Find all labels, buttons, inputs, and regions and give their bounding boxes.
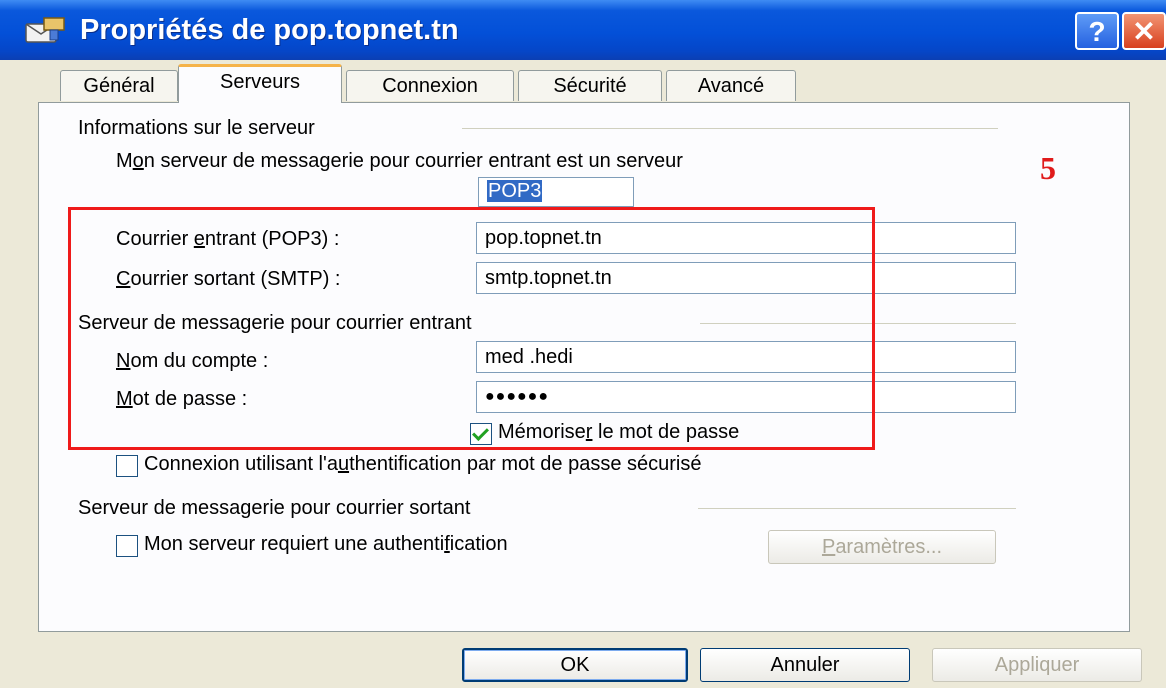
smtp-auth-label[interactable]: Mon serveur requiert une authentificatio… — [144, 533, 508, 556]
secure-password-auth-label[interactable]: Connexion utilisant l'authentification p… — [144, 453, 701, 476]
title-bar[interactable]: Propriétés de pop.topnet.tn ? ✕ — [0, 0, 1166, 60]
help-button[interactable]: ? — [1075, 12, 1119, 50]
outgoing-server-divider — [698, 508, 1016, 509]
incoming-server-type-label: Mon serveur de messagerie pour courrier … — [116, 150, 683, 172]
step-number-annotation: 5 — [1040, 150, 1056, 186]
close-button[interactable]: ✕ — [1122, 12, 1166, 50]
cancel-button[interactable]: Annuler — [700, 648, 910, 682]
window-title: Propriétés de pop.topnet.tn — [80, 14, 459, 46]
smtp-auth-checkbox[interactable] — [116, 535, 138, 557]
server-info-heading: Informations sur le serveur — [78, 117, 315, 139]
ok-button[interactable]: OK — [462, 648, 688, 682]
outgoing-server-heading: Serveur de messagerie pour courrier sort… — [78, 497, 471, 519]
secure-password-auth-checkbox[interactable] — [116, 455, 138, 477]
account-properties-icon — [25, 17, 65, 43]
highlight-annotation-box — [68, 207, 875, 450]
properties-dialog: Propriétés de pop.topnet.tn ? ✕ Général … — [0, 0, 1166, 688]
settings-button[interactable]: Paramètres... — [768, 530, 996, 564]
tab-connection[interactable]: Connexion — [346, 70, 514, 101]
tab-servers[interactable]: Serveurs — [178, 64, 342, 103]
apply-button[interactable]: Appliquer — [932, 648, 1142, 682]
server-info-divider — [462, 128, 998, 129]
tab-advanced[interactable]: Avancé — [666, 70, 796, 101]
incoming-server-type-field[interactable]: POP3 — [478, 177, 634, 207]
tab-security[interactable]: Sécurité — [518, 70, 662, 101]
tab-general[interactable]: Général — [60, 70, 178, 101]
